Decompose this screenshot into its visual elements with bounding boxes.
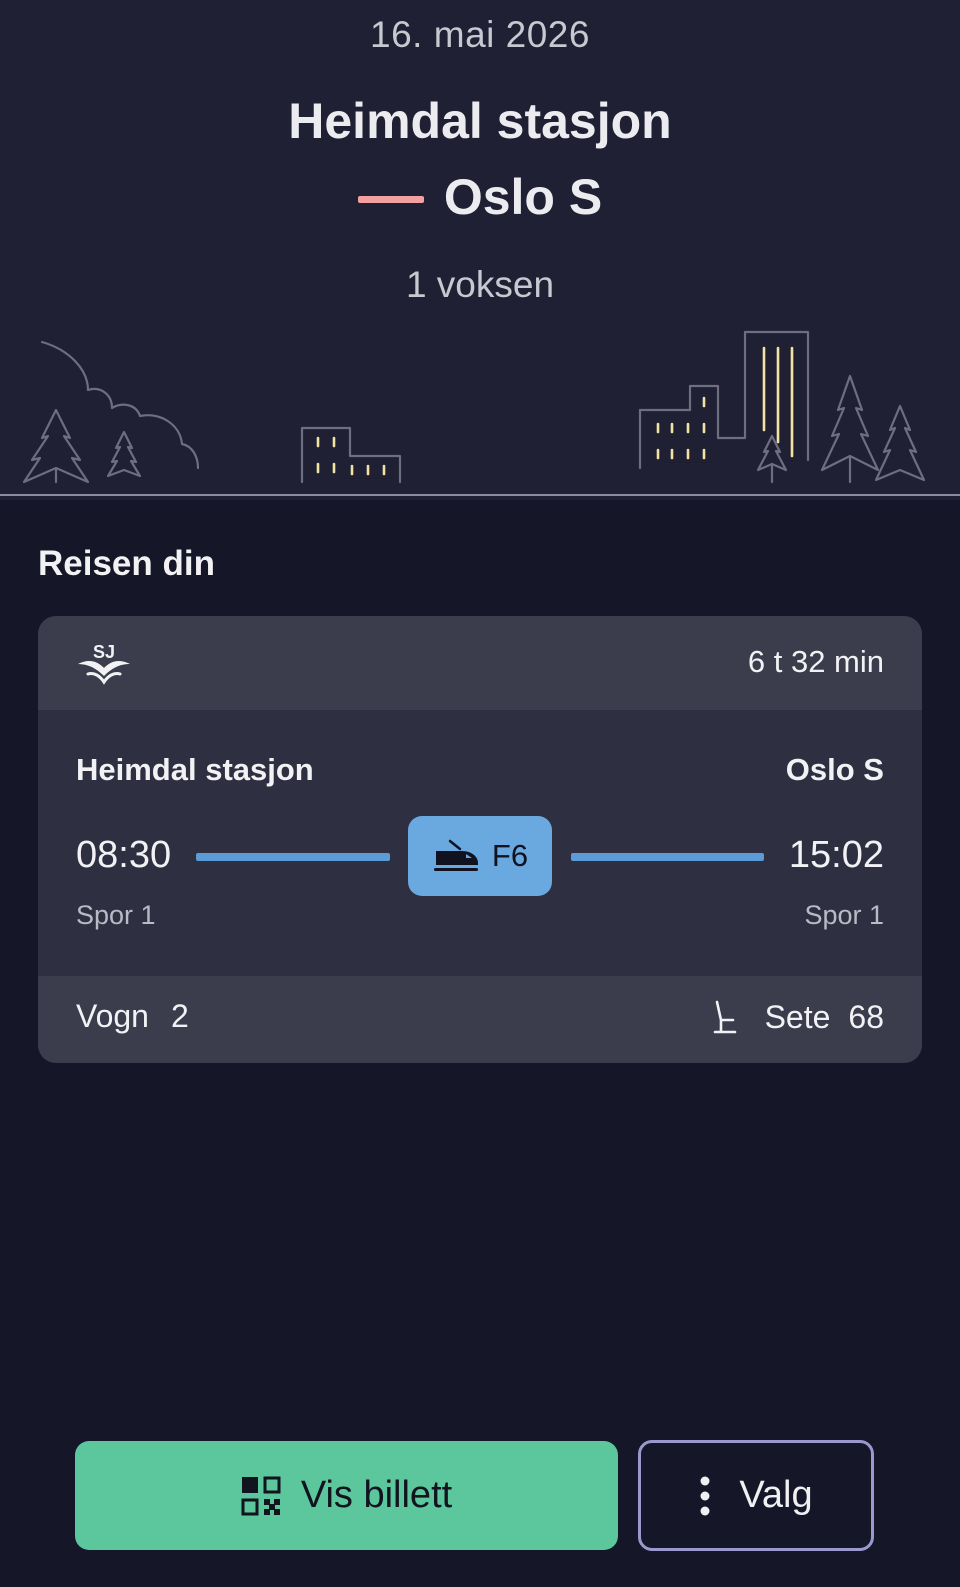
show-ticket-button[interactable]: Vis billett bbox=[75, 1441, 618, 1550]
seat-icon bbox=[713, 1000, 736, 1034]
qr-code-icon bbox=[241, 1476, 281, 1515]
skyline-illustration bbox=[0, 330, 960, 496]
route-line-right bbox=[571, 853, 764, 861]
journey-duration: 6 t 32 min bbox=[747, 644, 884, 679]
origin-station-title: Heimdal stasjon bbox=[288, 93, 672, 149]
seat-info: Sete 68 bbox=[711, 998, 884, 1036]
arrival-track: Spor 1 bbox=[804, 900, 884, 930]
show-ticket-label: Vis billett bbox=[300, 1474, 453, 1516]
options-button[interactable]: Valg bbox=[638, 1440, 874, 1551]
train-line-badge: F6 bbox=[408, 816, 552, 896]
trip-header: 16. mai 2026 Heimdal stasjon Oslo S 1 vo… bbox=[0, 0, 960, 500]
train-icon bbox=[433, 839, 478, 871]
coach-label: Vogn bbox=[76, 998, 149, 1034]
arrival-station: Oslo S bbox=[785, 752, 884, 787]
svg-text:SJ: SJ bbox=[93, 642, 115, 662]
route-line-left bbox=[196, 853, 390, 861]
destination-row: Oslo S bbox=[0, 168, 960, 226]
journey-card-header: SJ 6 t 32 min bbox=[38, 616, 922, 710]
seat-label: Sete bbox=[764, 998, 831, 1035]
passenger-count: 1 voksen bbox=[405, 264, 555, 305]
arrival-time: 15:02 bbox=[788, 834, 884, 876]
journey-card-footer: Vogn 2 Sete 68 bbox=[38, 976, 922, 1063]
coach-info: Vogn 2 bbox=[76, 998, 189, 1035]
seat-number: 68 bbox=[848, 998, 884, 1035]
route-dash-icon bbox=[357, 195, 424, 203]
coach-number: 2 bbox=[170, 998, 189, 1034]
sj-logo-icon: SJ bbox=[78, 642, 130, 685]
trip-date: 16. mai 2026 bbox=[370, 14, 590, 55]
section-title: Reisen din bbox=[38, 544, 215, 583]
journey-card[interactable]: SJ 6 t 32 min Heimdal stasjon Oslo S 08:… bbox=[38, 616, 922, 1063]
departure-track: Spor 1 bbox=[76, 900, 156, 930]
more-vertical-icon bbox=[700, 1476, 710, 1515]
departure-station: Heimdal stasjon bbox=[76, 752, 314, 787]
destination-station-title: Oslo S bbox=[443, 169, 603, 225]
options-label: Valg bbox=[739, 1474, 813, 1516]
train-line-label: F6 bbox=[491, 838, 529, 873]
departure-time: 08:30 bbox=[76, 834, 172, 876]
